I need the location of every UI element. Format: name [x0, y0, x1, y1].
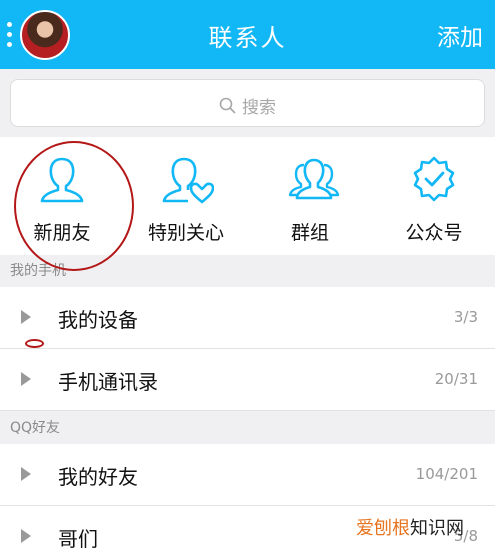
special-care-icon — [162, 157, 214, 204]
title-bar: 联系人 添加 — [0, 0, 495, 69]
official-account-icon — [413, 156, 455, 202]
quick-action-groups[interactable]: 群组 — [248, 137, 372, 255]
group-name: 我的设备 — [58, 308, 138, 332]
search-input[interactable]: 搜索 — [10, 79, 485, 127]
search-icon — [219, 97, 236, 114]
group-row-my-devices[interactable]: 我的设备 3/3 — [0, 287, 495, 349]
search-area: 搜索 — [0, 69, 495, 137]
group-count: 3/3 — [453, 308, 478, 326]
watermark-part2: 知识网 — [410, 518, 464, 539]
page-title: 联系人 — [208, 24, 287, 52]
expand-arrow-icon — [21, 467, 31, 481]
watermark: 爱刨根知识网 — [356, 514, 464, 540]
quick-action-official-accounts[interactable]: 公众号 — [372, 137, 495, 255]
section-header-qq-friends: QQ好友 — [0, 412, 495, 444]
expand-arrow-icon — [21, 372, 31, 386]
quick-action-label: 特别关心 — [147, 222, 224, 244]
group-name: 哥们 — [58, 527, 98, 548]
quick-action-label: 群组 — [290, 222, 329, 244]
group-row-phone-contacts[interactable]: 手机通讯录 20/31 — [0, 349, 495, 411]
group-icon — [288, 158, 340, 200]
annotation-mark — [25, 339, 44, 348]
expand-arrow-icon — [21, 529, 31, 543]
quick-action-special-care[interactable]: 特别关心 — [124, 137, 248, 255]
group-row-my-friends[interactable]: 我的好友 104/201 — [0, 444, 495, 506]
add-button[interactable]: 添加 — [437, 18, 483, 52]
group-name: 我的好友 — [58, 465, 138, 489]
watermark-part1: 爱刨根 — [356, 518, 410, 539]
group-count: 20/31 — [434, 370, 478, 388]
quick-action-label: 公众号 — [405, 222, 463, 244]
expand-arrow-icon — [21, 310, 31, 324]
search-placeholder: 搜索 — [242, 98, 276, 118]
annotation-circle — [14, 141, 134, 271]
group-name: 手机通讯录 — [58, 370, 158, 394]
group-count: 104/201 — [415, 465, 478, 483]
